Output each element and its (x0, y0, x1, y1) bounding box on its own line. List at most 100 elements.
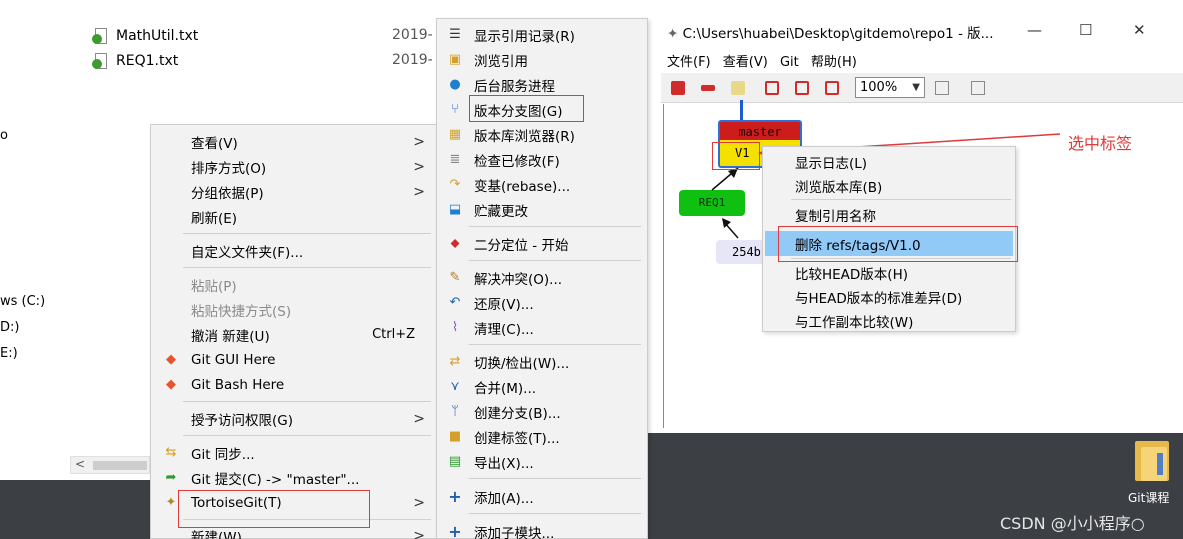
plus-icon: + (448, 487, 462, 506)
menu-item-export[interactable]: ▤ 导出(X)... (437, 449, 647, 474)
menu-item-show-log[interactable]: 显示日志(L) (763, 149, 1015, 174)
folder-label: Git课程 (1128, 491, 1170, 505)
menu-item-resolve[interactable]: ✎ 解决冲突(O)... (437, 265, 647, 290)
branch-node-master[interactable]: master (718, 120, 802, 140)
add-icon[interactable] (671, 81, 685, 95)
menu-item-refresh[interactable]: 刷新(E) (151, 204, 439, 229)
close-button[interactable]: ✕ (1133, 21, 1146, 39)
scroll-left-icon[interactable]: < (75, 457, 85, 471)
menu-item-revert[interactable]: ↶ 还原(V)... (437, 290, 647, 315)
fit-icon[interactable] (731, 81, 745, 95)
chevron-right-icon: > (413, 158, 425, 175)
commit-icon: ➦ (165, 470, 177, 485)
menu-item-switch[interactable]: ⇄ 切换/检出(W)... (437, 349, 647, 374)
menu-item-browse-repo[interactable]: 浏览版本库(B) (763, 173, 1015, 198)
zoom-select[interactable]: 100% ▼ (855, 77, 925, 98)
highlight-tortoisegit (178, 490, 370, 528)
commit-node[interactable]: 254b (716, 240, 766, 264)
chevron-down-icon: ▼ (912, 82, 920, 93)
menu-separator (469, 513, 641, 514)
highlight-tag-v1 (712, 142, 760, 170)
file-date: 2019- (392, 27, 433, 43)
menu-item-reflog[interactable]: ☰ 显示引用记录(R) (437, 22, 647, 47)
menu-item-view[interactable]: 查看(V) > (151, 129, 439, 154)
menu-item-create-branch[interactable]: ᛘ 创建分支(B)... (437, 399, 647, 424)
export-icon: ▤ (448, 454, 462, 469)
menu-separator (469, 344, 641, 345)
menu-separator (183, 435, 431, 436)
maximize-button[interactable]: ☐ (1079, 21, 1092, 39)
menu-item-browse-refs[interactable]: ▣ 浏览引用 (437, 47, 647, 72)
menu-item-unified-diff[interactable]: 与HEAD版本的标准差异(D) (763, 284, 1015, 309)
menu-item-bisect[interactable]: ⬥ 二分定位 - 开始 (437, 231, 647, 256)
plus-icon: + (448, 522, 462, 539)
menu-item-git-gui[interactable]: ◆ Git GUI Here (151, 347, 439, 372)
git-icon: ◆ (166, 377, 176, 392)
nav-drive-e[interactable]: E:) (0, 346, 18, 361)
menu-view[interactable]: 查看(V) (723, 55, 768, 70)
folder-icon[interactable] (1133, 437, 1171, 483)
menu-item-copy-ref[interactable]: 复制引用名称 (763, 202, 1015, 227)
menu-item-undo[interactable]: 撤消 新建(U) Ctrl+Z (151, 322, 439, 347)
print-icon[interactable] (971, 81, 985, 95)
nav-drive-d[interactable]: D:) (0, 320, 19, 335)
menu-item-git-bash[interactable]: ◆ Git Bash Here (151, 372, 439, 397)
menu-git[interactable]: Git (780, 55, 799, 70)
merge-icon: ⋎ (450, 379, 460, 394)
file-name: REQ1.txt (116, 53, 179, 69)
menu-item-repo-browser[interactable]: ▦ 版本库浏览器(R) (437, 122, 647, 147)
menu-separator (183, 401, 431, 402)
menu-item-sort[interactable]: 排序方式(O) > (151, 154, 439, 179)
stash-icon: ⬓ (448, 202, 462, 217)
menu-item-compare-working[interactable]: 与工作副本比较(W) (763, 308, 1015, 333)
branch-node-req1[interactable]: REQ1 (679, 190, 745, 216)
sync-icon: ⇆ (165, 445, 177, 460)
list-icon: ☰ (449, 27, 461, 42)
horizontal-scrollbar[interactable]: < (70, 456, 150, 474)
branch-icon: ᛘ (451, 404, 459, 419)
globe-icon: ● (449, 77, 461, 92)
rebase-icon: ↷ (449, 177, 461, 192)
nav-item[interactable]: o (0, 128, 8, 143)
scroll-thumb[interactable] (93, 461, 147, 470)
menu-item-rebase[interactable]: ↷ 变基(rebase)... (437, 172, 647, 197)
window-menubar: 文件(F) 查看(V) Git 帮助(H) (667, 51, 865, 70)
menu-item-customize[interactable]: 自定义文件夹(F)... (151, 238, 439, 263)
menu-item-cleanup[interactable]: ⌇ 清理(C)... (437, 315, 647, 340)
menu-item-stash[interactable]: ⬓ 贮藏更改 (437, 197, 647, 222)
window-title: ✦ C:\Users\huabei\Desktop\gitdemo\repo1 … (667, 26, 994, 42)
menu-item-check-modified[interactable]: ≣ 检查已修改(F) (437, 147, 647, 172)
menu-help[interactable]: 帮助(H) (811, 55, 857, 70)
menu-item-grant-access[interactable]: 授予访问权限(G) > (151, 406, 439, 431)
graph-edge (740, 100, 743, 120)
page-icon[interactable] (765, 81, 779, 95)
file-row-mathutil[interactable]: MathUtil.txt (92, 25, 198, 47)
menu-item-group[interactable]: 分组依据(P) > (151, 179, 439, 204)
watermark: CSDN @小小程序○ (1000, 514, 1145, 533)
menu-file[interactable]: 文件(F) (667, 55, 711, 70)
nav-drive-c[interactable]: ws (C:) (0, 294, 45, 309)
refs-icon: ▣ (448, 52, 462, 67)
shortcut-text: Ctrl+Z (372, 327, 415, 342)
revert-icon: ↶ (449, 295, 461, 310)
menu-item-create-tag[interactable]: ■ 创建标签(T)... (437, 424, 647, 449)
menu-item-compare-head[interactable]: 比较HEAD版本(H) (763, 260, 1015, 285)
menu-item-git-sync[interactable]: ⇆ Git 同步... (151, 440, 439, 465)
toolbar: 100% ▼ (661, 73, 1183, 103)
menu-item-daemon[interactable]: ● 后台服务进程 (437, 72, 647, 97)
chevron-right-icon: > (413, 133, 425, 150)
menu-item-add-submodule[interactable]: + 添加子模块... (437, 519, 647, 539)
chevron-right-icon: > (413, 183, 425, 200)
resolve-icon: ✎ (449, 270, 461, 285)
filter-icon[interactable] (935, 81, 949, 95)
git-icon: ◆ (166, 352, 176, 367)
menu-item-add[interactable]: + 添加(A)... (437, 484, 647, 509)
minimize-button[interactable]: — (1027, 21, 1042, 39)
menu-item-merge[interactable]: ⋎ 合并(M)... (437, 374, 647, 399)
file-name: MathUtil.txt (116, 28, 199, 44)
menu-item-git-commit[interactable]: ➦ Git 提交(C) -> "master"... (151, 465, 439, 490)
collapse-icon[interactable] (795, 81, 809, 95)
expand-icon[interactable] (825, 81, 839, 95)
file-row-req1[interactable]: REQ1.txt (92, 50, 178, 72)
remove-icon[interactable] (701, 85, 715, 91)
